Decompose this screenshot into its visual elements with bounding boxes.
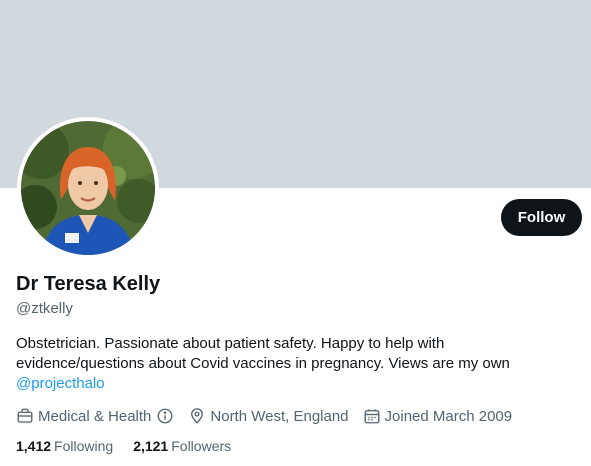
calendar-icon [364,409,379,424]
joined-label: Joined March 2009 [384,407,513,425]
info-circle-icon[interactable] [156,407,174,425]
following-link[interactable]: 1,412 Following [16,438,113,454]
profile-bio: Obstetrician. Passionate about patient s… [16,334,576,394]
briefcase-icon [17,408,33,423]
bio-mention-link[interactable]: @projecthalo [16,374,576,394]
profile-name: Dr Teresa Kelly [16,273,161,295]
bio-line: evidence/questions about Covid vaccines … [16,355,510,372]
location-item: North West, England [188,407,349,425]
avatar-photo [21,121,155,255]
followers-count: 2,121 [133,438,169,454]
following-count: 1,412 [16,438,52,454]
follow-button[interactable]: Follow [501,199,582,236]
category-item: Medical & Health [16,407,174,425]
followers-link[interactable]: 2,121 Followers [133,438,231,454]
profile-handle: @ztkelly [16,300,73,317]
profile-meta: Medical & Health North West, England Joi… [16,406,526,426]
followers-label: Followers [171,438,232,454]
joined-item: Joined March 2009 [363,407,513,425]
bio-line: Obstetrician. Passionate about patient s… [16,335,445,352]
following-label: Following [54,438,114,454]
avatar[interactable] [17,117,159,259]
profile-stats: 1,412 Following 2,121 Followers [16,438,251,454]
location-label: North West, England [210,407,349,425]
map-pin-icon [191,408,204,424]
category-label: Medical & Health [38,407,152,425]
